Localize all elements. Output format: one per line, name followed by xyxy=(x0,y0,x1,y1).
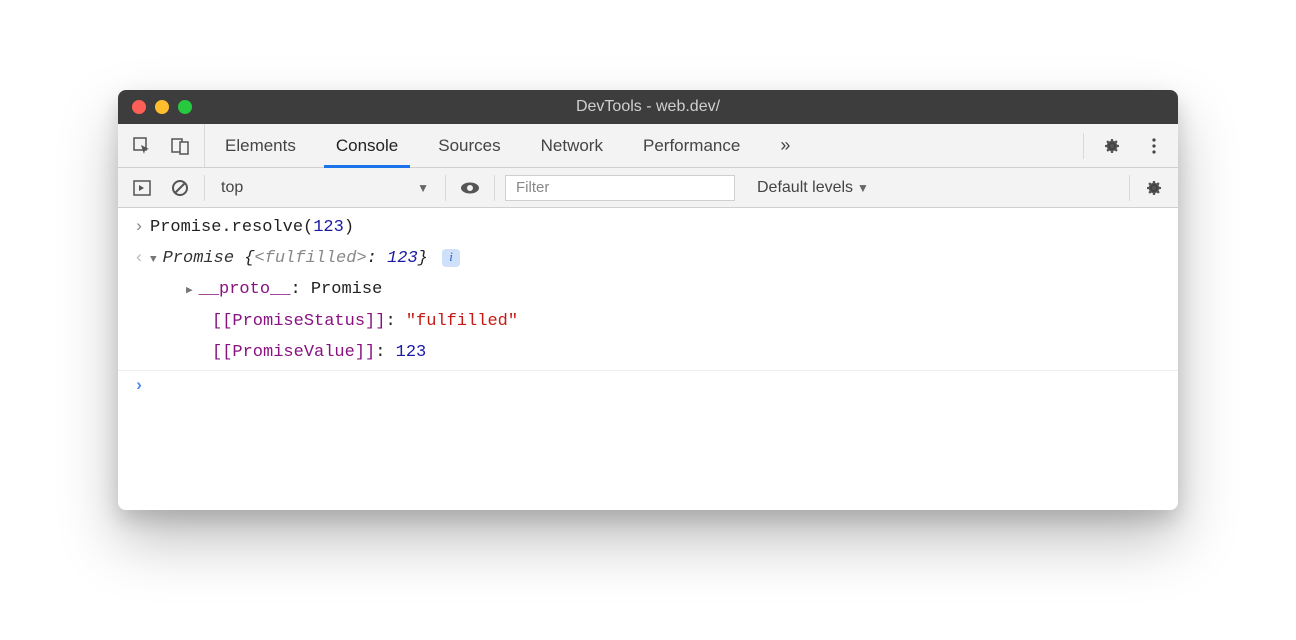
promise-state-label: <fulfilled> xyxy=(254,249,366,268)
divider xyxy=(445,175,446,201)
maximize-window-button[interactable] xyxy=(178,100,192,114)
clear-console-icon[interactable] xyxy=(166,174,194,202)
proto-value: Promise xyxy=(311,280,382,299)
kebab-icon xyxy=(1145,137,1163,155)
toggle-sidebar-icon[interactable] xyxy=(128,174,156,202)
divider xyxy=(1129,175,1130,201)
gear-icon xyxy=(1102,136,1122,156)
console-input-row[interactable]: › Promise.resolve(123) xyxy=(118,212,1178,243)
tab-overflow-button[interactable]: » xyxy=(760,124,810,167)
promise-status-row: [[PromiseStatus]]: "fulfilled" xyxy=(118,306,1178,337)
promise-value-key: [[PromiseValue]] xyxy=(212,343,375,362)
devtools-window: DevTools - web.dev/ Elements Console Sou… xyxy=(118,90,1178,510)
tab-performance[interactable]: Performance xyxy=(623,124,760,167)
expand-toggle[interactable] xyxy=(186,280,199,299)
more-options-button[interactable] xyxy=(1140,132,1168,160)
minimize-window-button[interactable] xyxy=(155,100,169,114)
titlebar: DevTools - web.dev/ xyxy=(118,90,1178,124)
tab-network[interactable]: Network xyxy=(521,124,623,167)
settings-button[interactable] xyxy=(1098,132,1126,160)
close-window-button[interactable] xyxy=(132,100,146,114)
expand-toggle[interactable] xyxy=(150,249,163,268)
info-icon[interactable]: i xyxy=(442,249,460,267)
proto-key: __proto__ xyxy=(199,280,291,299)
context-selector[interactable]: top ▼ xyxy=(215,179,435,197)
prompt-chevron-icon: › xyxy=(128,373,150,400)
panel-tabs: Elements Console Sources Network Perform… xyxy=(118,124,1178,168)
traffic-lights xyxy=(132,100,192,114)
tab-list: Elements Console Sources Network Perform… xyxy=(205,124,810,167)
promise-state-value: 123 xyxy=(387,249,418,268)
chevron-down-icon: ▼ xyxy=(857,181,869,195)
console-input-content: Promise.resolve(123) xyxy=(150,214,1168,241)
divider xyxy=(1083,133,1084,159)
object-class: Promise xyxy=(163,249,234,268)
console-prompt-row[interactable]: › xyxy=(118,370,1178,402)
window-title: DevTools - web.dev/ xyxy=(118,98,1178,116)
console-toolbar: top ▼ Default levels ▼ xyxy=(118,168,1178,208)
tab-elements[interactable]: Elements xyxy=(205,124,316,167)
console-output-row[interactable]: ‹ Promise {<fulfilled>: 123} i xyxy=(118,243,1178,274)
divider xyxy=(204,175,205,201)
promise-status-value: "fulfilled" xyxy=(406,312,518,331)
inspect-element-icon[interactable] xyxy=(128,132,156,160)
filter-input[interactable] xyxy=(505,175,735,201)
tab-console[interactable]: Console xyxy=(316,124,418,167)
device-toolbar-icon[interactable] xyxy=(166,132,194,160)
input-chevron-icon: › xyxy=(128,214,150,241)
context-label: top xyxy=(221,179,243,197)
chevron-double-right-icon: » xyxy=(780,135,790,156)
promise-status-key: [[PromiseStatus]] xyxy=(212,312,385,331)
gear-icon xyxy=(1144,178,1164,198)
divider xyxy=(494,175,495,201)
promise-value-value: 123 xyxy=(396,343,427,362)
tab-sources[interactable]: Sources xyxy=(418,124,520,167)
log-levels-selector[interactable]: Default levels ▼ xyxy=(745,179,869,197)
console-settings-button[interactable] xyxy=(1140,174,1168,202)
promise-value-row: [[PromiseValue]]: 123 xyxy=(118,337,1178,368)
proto-row[interactable]: __proto__: Promise xyxy=(118,274,1178,305)
console-output: › Promise.resolve(123) ‹ Promise {<fulfi… xyxy=(118,208,1178,510)
chevron-down-icon: ▼ xyxy=(417,181,429,195)
output-chevron-icon: ‹ xyxy=(128,245,150,272)
live-expression-icon[interactable] xyxy=(456,174,484,202)
